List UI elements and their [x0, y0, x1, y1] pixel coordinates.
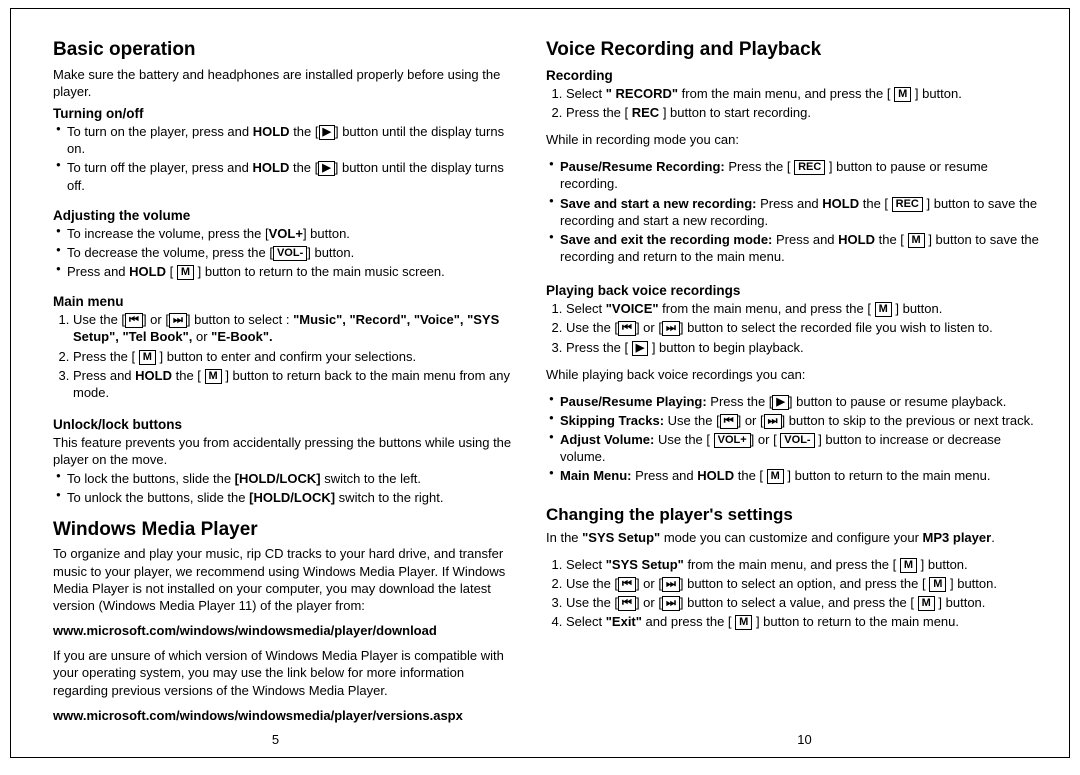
m-icon: M [900, 558, 917, 573]
list-item: To turn off the player, press and HOLD t… [61, 159, 512, 193]
section-title: Windows Media Player [53, 519, 512, 542]
prev-icon: ⏮ [720, 414, 738, 429]
left-column: Basic operation Make sure the battery an… [11, 39, 540, 757]
list-item: Press the [ REC ] button to start record… [566, 104, 1039, 121]
play-icon: ▶ [318, 161, 334, 176]
m-icon: M [908, 233, 925, 248]
next-icon: ⏭ [764, 414, 782, 429]
list-item: To lock the buttons, slide the [HOLD/LOC… [61, 470, 512, 487]
m-icon: M [139, 350, 156, 365]
list-item: Use the [⏮] or [⏭] button to select an o… [566, 575, 1039, 592]
subheading: Adjusting the volume [53, 208, 512, 223]
list-item: Use the [⏮] or [⏭] button to select a va… [566, 594, 1039, 611]
list-item: Pause/Resume Recording: Press the [ REC … [554, 158, 1039, 192]
url-text: www.microsoft.com/windows/windowsmedia/p… [53, 707, 512, 724]
list-item: To increase the volume, press the [VOL+]… [61, 225, 512, 242]
body-text: In the "SYS Setup" mode you can customiz… [546, 529, 1039, 546]
m-icon: M [735, 615, 752, 630]
body-text: If you are unsure of which version of Wi… [53, 647, 512, 698]
list-item: Select "SYS Setup" from the main menu, a… [566, 556, 1039, 573]
page-number: 10 [540, 732, 1069, 747]
manual-page: Basic operation Make sure the battery an… [10, 8, 1070, 758]
m-icon: M [205, 369, 222, 384]
rec-icon: REC [794, 160, 825, 175]
list-item: Pause/Resume Playing: Press the [▶] butt… [554, 393, 1039, 410]
subheading: Recording [546, 68, 1039, 83]
section-title: Changing the player's settings [546, 505, 1039, 525]
list-item: Press the [ ▶ ] button to begin playback… [566, 339, 1039, 356]
list-item: To unlock the buttons, slide the [HOLD/L… [61, 489, 512, 506]
section-title: Voice Recording and Playback [546, 39, 1039, 62]
play-icon: ▶ [632, 341, 648, 356]
next-icon: ⏭ [662, 596, 680, 611]
body-text: This feature prevents you from accidenta… [53, 434, 512, 468]
prev-icon: ⏮ [125, 313, 143, 328]
list-item: Select " RECORD" from the main menu, and… [566, 85, 1039, 102]
list-item: Use the [⏮] or [⏭] button to select : "M… [73, 311, 512, 345]
body-text: To organize and play your music, rip CD … [53, 545, 512, 614]
next-icon: ⏭ [662, 577, 680, 592]
list-item: To turn on the player, press and HOLD th… [61, 123, 512, 157]
prev-icon: ⏮ [618, 596, 636, 611]
subheading: Unlock/lock buttons [53, 417, 512, 432]
url-text: www.microsoft.com/windows/windowsmedia/p… [53, 622, 512, 639]
list-item: Press the [ M ] button to enter and conf… [73, 348, 512, 365]
list-item: Select "VOICE" from the main menu, and p… [566, 300, 1039, 317]
play-icon: ▶ [319, 125, 335, 140]
next-icon: ⏭ [169, 313, 187, 328]
subheading: Turning on/off [53, 106, 512, 121]
m-icon: M [929, 577, 946, 592]
list-item: Save and start a new recording: Press an… [554, 195, 1039, 229]
list-item: Use the [⏮] or [⏭] button to select the … [566, 319, 1039, 336]
list-item: Main Menu: Press and HOLD the [ M ] butt… [554, 467, 1039, 484]
body-text: While playing back voice recordings you … [546, 366, 1039, 383]
m-icon: M [177, 265, 194, 280]
next-icon: ⏭ [662, 321, 680, 336]
list-item: Select "Exit" and press the [ M ] button… [566, 613, 1039, 630]
prev-icon: ⏮ [618, 321, 636, 336]
m-icon: M [894, 87, 911, 102]
list-item: Save and exit the recording mode: Press … [554, 231, 1039, 265]
list-item: Skipping Tracks: Use the [⏮] or [⏭] butt… [554, 412, 1039, 429]
page-number: 5 [11, 732, 540, 747]
subheading: Playing back voice recordings [546, 283, 1039, 298]
section-title: Basic operation [53, 39, 512, 62]
subheading: Main menu [53, 294, 512, 309]
play-icon: ▶ [772, 395, 788, 410]
intro-text: Make sure the battery and headphones are… [53, 66, 512, 100]
m-icon: M [767, 469, 784, 484]
volplus-icon: VOL+ [714, 433, 751, 448]
right-column: Voice Recording and Playback Recording S… [540, 39, 1069, 757]
m-icon: M [875, 302, 892, 317]
list-item: Press and HOLD [ M ] button to return to… [61, 263, 512, 280]
list-item: Press and HOLD the [ M ] button to retur… [73, 367, 512, 401]
prev-icon: ⏮ [618, 577, 636, 592]
m-icon: M [918, 596, 935, 611]
list-item: To decrease the volume, press the [VOL-]… [61, 244, 512, 261]
volminus-icon: VOL- [780, 433, 814, 448]
rec-icon: REC [892, 197, 923, 212]
body-text: While in recording mode you can: [546, 131, 1039, 148]
volminus-icon: VOL- [273, 246, 307, 261]
list-item: Adjust Volume: Use the [ VOL+] or [ VOL-… [554, 431, 1039, 465]
